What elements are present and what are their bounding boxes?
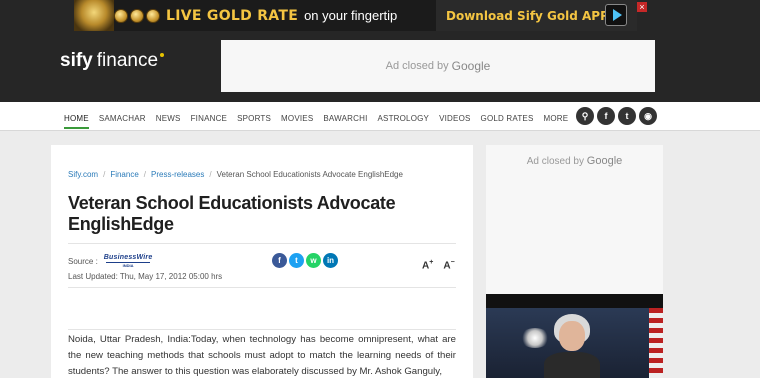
video-player[interactable] [486, 294, 663, 378]
nav-menu: HOME SAMACHAR NEWS FINANCE SPORTS MOVIES BAWAR… [64, 102, 578, 131]
share-whatsapp-icon[interactable]: w [306, 253, 321, 268]
breadcrumb-press-releases[interactable]: Press-releases [151, 170, 204, 179]
header-ad-slot: Ad closed by Google [221, 40, 655, 92]
header-social-icons: ⚲ f t ◉ [576, 107, 657, 125]
video-speaker [542, 314, 602, 378]
search-icon[interactable]: ⚲ [576, 107, 594, 125]
share-buttons: f t w in [272, 253, 338, 268]
nav-item-astrology[interactable]: ASTROLOGY [378, 105, 430, 129]
share-linkedin-icon[interactable]: in [323, 253, 338, 268]
ad-closed-text: Ad closed by [526, 156, 584, 167]
sify-finance-logo[interactable]: sify finance [60, 50, 165, 72]
ad-close-button[interactable]: × [637, 2, 647, 12]
rss-icon[interactable]: ◉ [639, 107, 657, 125]
nav-item-finance[interactable]: FINANCE [191, 105, 228, 129]
ad-provider: Google [586, 155, 623, 167]
article-meta: Source : BusinessWire INDIA Last Updated… [68, 254, 222, 281]
last-updated: Last Updated: Thu, May 17, 2012 05:00 hr… [68, 272, 223, 281]
nav-item-bawarchi[interactable]: BAWARCHI [323, 105, 367, 129]
divider [68, 287, 456, 288]
nav-item-news[interactable]: NEWS [156, 105, 181, 129]
article-title: Veteran School Educationists Advocate En… [68, 193, 396, 234]
source-label: Source : [68, 256, 98, 266]
gold-coins-image [114, 0, 160, 31]
nav-item-sports[interactable]: SPORTS [237, 105, 271, 129]
ad-subline: on your fingertip [304, 8, 398, 23]
facebook-icon[interactable]: f [597, 107, 615, 125]
nav-item-gold-rates[interactable]: GOLD RATES [481, 105, 534, 129]
divider [68, 243, 456, 244]
microphone-light [520, 328, 550, 348]
sidebar-ad-slot: Ad closed by Google [486, 145, 663, 294]
ad-headline: LIVE GOLD RATE [166, 7, 299, 24]
gold-jewellery-image [74, 0, 114, 31]
businesswire-logo: BusinessWire INDIA [103, 254, 153, 268]
gold-rate-ad-banner[interactable]: LIVE GOLD RATE on your fingertip Downloa… [74, 0, 637, 31]
breadcrumb-home[interactable]: Sify.com [68, 170, 98, 179]
flag-image [649, 308, 663, 378]
ad-closed-text: Ad closed by [385, 60, 449, 72]
nav-item-videos[interactable]: VIDEOS [439, 105, 470, 129]
download-app-label: Download Sify Gold APP [446, 8, 609, 23]
nav-item-movies[interactable]: MOVIES [281, 105, 313, 129]
logo-product: finance [96, 50, 159, 71]
logo-brand: sify [60, 50, 93, 71]
font-size-controls: A+ A− [422, 259, 455, 271]
breadcrumb-current: Veteran School Educationists Advocate En… [216, 170, 403, 179]
site-header: LIVE GOLD RATE on your fingertip Downloa… [0, 0, 760, 102]
twitter-icon[interactable]: t [618, 107, 636, 125]
nav-item-more[interactable]: MORE [544, 105, 569, 129]
share-twitter-icon[interactable]: t [289, 253, 304, 268]
google-play-icon [605, 4, 627, 26]
article-body: Noida, Uttar Pradesh, India:Today, when … [68, 334, 456, 377]
nav-item-home[interactable]: HOME [64, 105, 89, 129]
article-card: Sify.com / Finance / Press-releases / Ve… [51, 145, 473, 378]
download-app-button[interactable]: Download Sify Gold APP [436, 0, 637, 31]
breadcrumb-finance[interactable]: Finance [110, 170, 138, 179]
ad-provider: Google [451, 59, 491, 73]
breadcrumb: Sify.com / Finance / Press-releases / Ve… [68, 170, 403, 179]
share-facebook-icon[interactable]: f [272, 253, 287, 268]
divider [68, 329, 456, 330]
nav-item-samachar[interactable]: SAMACHAR [99, 105, 146, 129]
font-decrease-button[interactable]: A− [443, 259, 454, 271]
logo-dot [160, 53, 165, 57]
font-increase-button[interactable]: A+ [422, 259, 433, 271]
